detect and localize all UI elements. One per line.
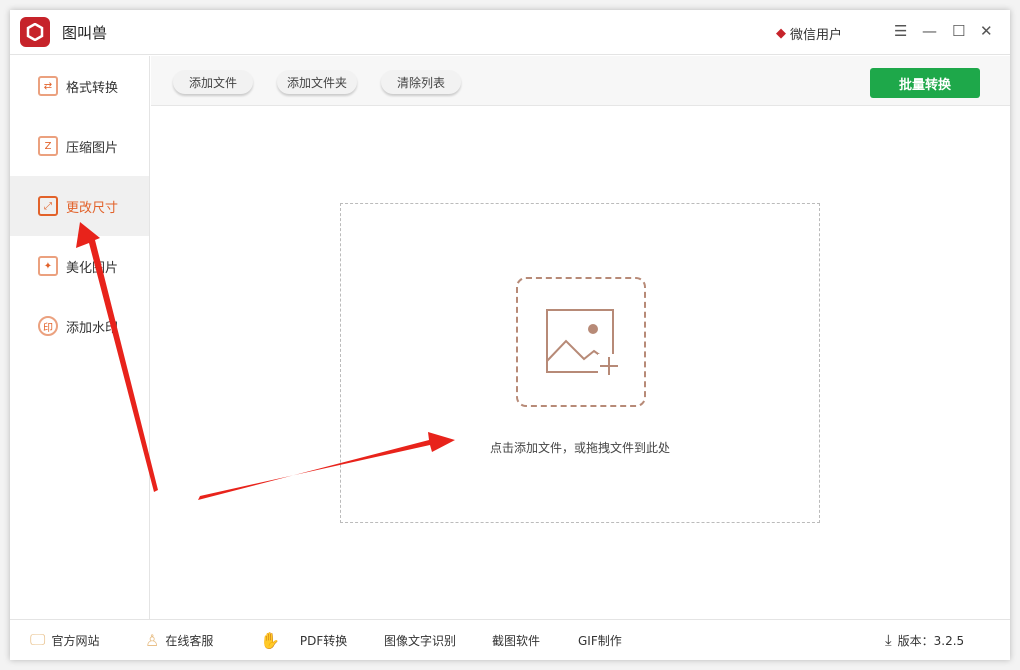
sidebar-item-label: 格式转换 [66,80,119,96]
footer-website[interactable]: 🖵 官方网站 [30,630,99,650]
footer-screenshot[interactable]: 截图软件 [492,632,540,649]
footer-support[interactable]: ♙ 在线客服 [145,631,213,650]
footer-pdf[interactable]: ✋ PDF转换 [260,631,347,650]
sidebar-item-label: 压缩图片 [66,140,119,156]
batch-convert-button[interactable]: 批量转换 [870,68,980,98]
version-label: 版本：3.2.5 [897,633,965,648]
close-icon[interactable]: ✕ [980,22,993,40]
sidebar-item-watermark[interactable]: 印添加水印 [10,296,149,356]
compress-icon: Z [38,136,58,156]
user-name: 微信用户 [790,28,843,43]
sidebar-item-label: 添加水印 [66,320,119,336]
sidebar-item-label: 美化图片 [66,260,119,276]
hand-icon: ✋ [260,630,280,650]
footer-label: 官方网站 [51,633,100,648]
sidebar-item-resize[interactable]: ⤢ 更改尺寸 [10,176,149,236]
download-icon: ⤓ [885,631,892,649]
sidebar-item-format-convert[interactable]: ⇄ 格式转换 [10,56,149,116]
footer: 🖵 官方网站 ♙ 在线客服 ✋ PDF转换 图像文字识别 截图软件 GIF制作 ⤓ 版本… [10,619,1010,660]
drop-hint: 点击添加文件，或拖拽文件到此处 [489,441,670,455]
clear-list-button[interactable]: 清除列表 [381,70,461,94]
app-logo [20,17,50,47]
sidebar-item-label: 更改尺寸 [66,200,119,216]
watermark-icon: 印 [38,316,58,336]
add-image-button[interactable] [516,277,646,407]
add-folder-button[interactable]: 添加文件夹 [277,70,357,94]
minimize-icon[interactable]: — [922,22,937,40]
maximize-icon[interactable]: ☐ [952,22,965,40]
footer-ocr[interactable]: 图像文字识别 [384,632,456,649]
footer-version[interactable]: ⤓ 版本：3.2.5 [885,631,964,649]
app-window: 图叫兽 ◆ 微信用户 ☰ — ☐ ✕ ⇄ 格式转换 Z 压缩图片 ⤢ 更改尺寸 ✦ 美化图… [10,10,1010,660]
drop-zone[interactable]: 点击添加文件，或拖拽文件到此处 [340,203,820,523]
add-file-button[interactable]: 添加文件 [173,70,253,94]
title-bar: 图叫兽 ◆ 微信用户 ☰ — ☐ ✕ [10,10,1010,55]
sidebar-item-compress[interactable]: Z 压缩图片 [10,116,149,176]
convert-icon: ⇄ [38,76,58,96]
user-account[interactable]: ◆ 微信用户 [776,24,842,43]
footer-label: 在线客服 [165,633,214,648]
resize-icon: ⤢ [38,196,58,216]
image-add-icon [546,309,620,376]
footer-label: PDF转换 [299,633,348,648]
sidebar-item-beautify[interactable]: ✦ 美化图片 [10,236,149,296]
toolbar: 添加文件 添加文件夹 清除列表 批量转换 [151,56,1010,106]
beautify-icon: ✦ [38,256,58,276]
diamond-icon: ◆ [776,26,786,41]
footer-gif[interactable]: GIF制作 [578,632,622,649]
app-title: 图叫兽 [62,23,108,42]
person-icon: ♙ [145,630,160,650]
menu-icon[interactable]: ☰ [894,22,907,40]
sidebar: ⇄ 格式转换 Z 压缩图片 ⤢ 更改尺寸 ✦ 美化图片 印添加水印 [10,56,150,619]
monitor-icon: 🖵 [30,630,46,649]
